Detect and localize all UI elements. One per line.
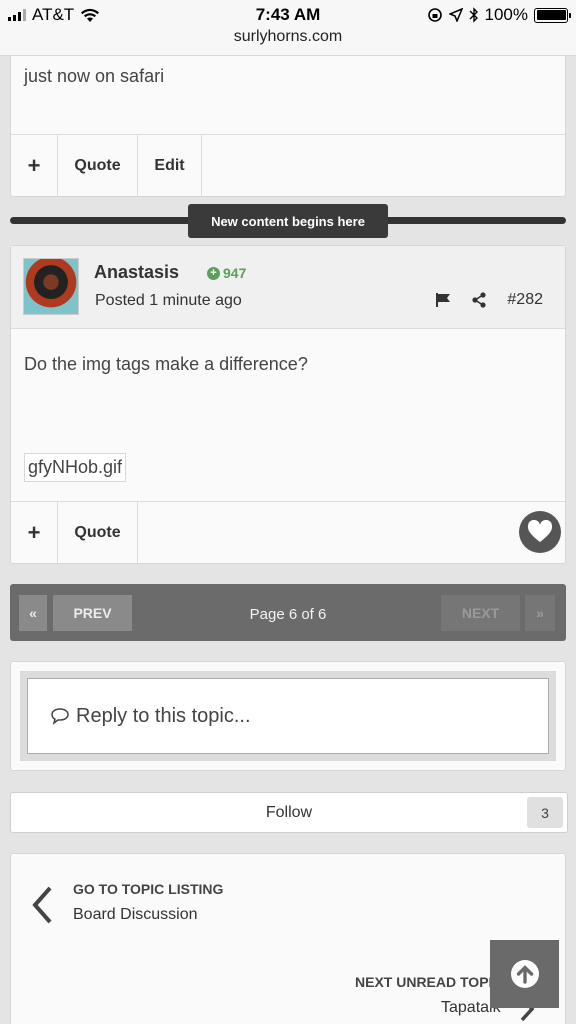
reputation-count: 947 bbox=[223, 265, 247, 281]
post-body: just now on safari bbox=[24, 66, 165, 86]
scroll-to-top-button[interactable] bbox=[490, 940, 559, 1008]
follow-button[interactable]: Follow 3 bbox=[10, 792, 568, 833]
avatar[interactable] bbox=[23, 258, 79, 315]
attachment-link[interactable]: gfyNHob.gif bbox=[24, 453, 127, 482]
new-content-label: New content begins here bbox=[188, 204, 388, 238]
url-bar[interactable]: surlyhorns.com bbox=[0, 28, 576, 46]
quote-button[interactable]: Quote bbox=[58, 135, 138, 196]
reply-box: Reply to this topic... bbox=[20, 671, 556, 761]
board-name[interactable]: Board Discussion bbox=[73, 906, 198, 924]
battery-icon bbox=[534, 7, 571, 23]
post-action-bar: + Quote bbox=[11, 501, 565, 563]
post-body: Do the img tags make a difference? bbox=[24, 354, 308, 374]
quote-button[interactable]: Quote bbox=[58, 502, 138, 563]
speech-bubble-icon bbox=[50, 707, 70, 725]
edit-button[interactable]: Edit bbox=[138, 135, 202, 196]
next-page-button[interactable]: NEXT bbox=[441, 595, 520, 631]
plus-circle-icon: + bbox=[207, 266, 220, 280]
previous-post-card: just now on safari + Quote Edit bbox=[10, 56, 566, 197]
flag-icon[interactable] bbox=[435, 292, 451, 308]
last-page-button[interactable]: » bbox=[525, 595, 555, 631]
author-name[interactable]: Anastasis bbox=[94, 262, 179, 283]
post-timestamp: Posted 1 minute ago bbox=[95, 292, 242, 309]
post-action-bar: + Quote Edit bbox=[11, 134, 565, 196]
post-header-tools: #282 bbox=[435, 291, 543, 309]
heart-icon bbox=[527, 520, 553, 544]
reply-placeholder: Reply to this topic... bbox=[76, 704, 251, 727]
post-header: Anastasis + 947 Posted 1 minute ago #282 bbox=[11, 246, 565, 329]
follow-label: Follow bbox=[265, 804, 313, 821]
chevron-left-icon[interactable] bbox=[31, 886, 53, 924]
bluetooth-icon bbox=[469, 7, 479, 23]
next-unread-topic-link[interactable]: NEXT UNREAD TOPIC bbox=[355, 974, 503, 990]
location-arrow-icon bbox=[448, 8, 463, 22]
status-bar: AT&T 7:43 AM 100% surlyhorns.com bbox=[0, 0, 576, 56]
status-right: 100% bbox=[427, 5, 571, 25]
orientation-lock-icon bbox=[427, 7, 443, 23]
reputation-badge: + 947 bbox=[207, 265, 246, 281]
arrow-up-circle-icon bbox=[510, 959, 540, 989]
follower-count[interactable]: 3 bbox=[527, 797, 563, 828]
pagination: « PREV Page 6 of 6 NEXT » bbox=[10, 584, 566, 641]
reply-input[interactable]: Reply to this topic... bbox=[27, 678, 549, 754]
post-card: Anastasis + 947 Posted 1 minute ago #282… bbox=[10, 245, 566, 564]
like-button[interactable] bbox=[519, 511, 561, 553]
share-icon[interactable] bbox=[471, 292, 487, 308]
battery-percent: 100% bbox=[484, 5, 528, 24]
reply-card: Reply to this topic... bbox=[10, 661, 566, 771]
post-number[interactable]: #282 bbox=[507, 291, 543, 309]
multiquote-button[interactable]: + bbox=[11, 502, 58, 563]
go-to-topic-listing-link[interactable]: GO TO TOPIC LISTING bbox=[73, 881, 223, 897]
multiquote-button[interactable]: + bbox=[11, 135, 58, 196]
topic-navigation: GO TO TOPIC LISTING Board Discussion NEX… bbox=[10, 853, 566, 1024]
